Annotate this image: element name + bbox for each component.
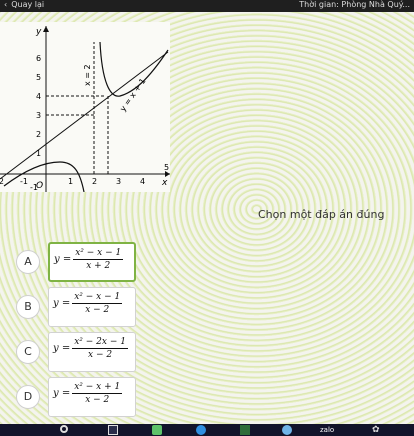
files-icon[interactable] bbox=[240, 425, 250, 435]
question-prompt: Chọn một đáp án đúng bbox=[258, 208, 385, 221]
y-tick: 6 bbox=[36, 54, 41, 63]
formula-denominator: x − 2 bbox=[85, 305, 110, 315]
y-tick: 5 bbox=[36, 73, 41, 82]
y-axis-arrow bbox=[43, 26, 49, 32]
formula-numerator: x² − x − 1 bbox=[72, 292, 123, 304]
x-tick: 1 bbox=[68, 177, 73, 186]
option-letter: D bbox=[16, 385, 40, 409]
top-bar: ‹ Quay lại Thời gian: Phòng Nhà Quý... bbox=[0, 0, 414, 12]
formula-y: y = bbox=[53, 388, 71, 399]
browser-icon[interactable] bbox=[196, 425, 206, 435]
formula-y: y = bbox=[54, 254, 72, 265]
back-button[interactable]: ‹ Quay lại bbox=[4, 0, 44, 10]
option-d[interactable]: D y = x² − x + 1x − 2 bbox=[8, 375, 148, 417]
y-tick: 2 bbox=[36, 130, 41, 139]
x-tick: 3 bbox=[116, 177, 121, 186]
origin-label: O bbox=[36, 181, 43, 191]
timer-text: Thời gian: Phòng Nhà Quý... bbox=[299, 0, 410, 9]
option-formula-box[interactable]: y = x² − x − 1x + 2 bbox=[48, 242, 136, 282]
task-view-icon[interactable] bbox=[108, 425, 118, 435]
option-letter: A bbox=[16, 250, 40, 274]
x-axis-label: x bbox=[161, 178, 168, 188]
search-icon[interactable] bbox=[60, 425, 68, 433]
formula-numerator: x² − 2x − 1 bbox=[72, 337, 128, 349]
option-formula-box[interactable]: y = x² − x + 1x − 2 bbox=[48, 377, 136, 417]
x-tick: 2 bbox=[92, 177, 97, 186]
settings-icon[interactable]: ✿ bbox=[372, 425, 382, 435]
formula-numerator: x² − x + 1 bbox=[72, 382, 123, 394]
y-tick: 3 bbox=[36, 111, 41, 120]
formula-y: y = bbox=[53, 298, 71, 309]
option-a[interactable]: A y = x² − x − 1x + 2 bbox=[8, 240, 148, 282]
option-letter: B bbox=[16, 295, 40, 319]
option-letter: C bbox=[16, 340, 40, 364]
formula-numerator: x² − x − 1 bbox=[73, 248, 124, 260]
x-tick: 4 bbox=[140, 177, 145, 186]
x-tick: 5 bbox=[164, 163, 169, 172]
formula-denominator: x + 2 bbox=[86, 261, 111, 271]
option-formula-box[interactable]: y = x² − x − 1x − 2 bbox=[48, 287, 136, 327]
x-tick: -1 bbox=[20, 177, 28, 186]
option-c[interactable]: C y = x² − 2x − 1x − 2 bbox=[8, 330, 148, 372]
option-formula-box[interactable]: y = x² − 2x − 1x − 2 bbox=[48, 332, 136, 372]
y-axis-label: y bbox=[35, 27, 42, 37]
function-graph: x y -2 -1 1 2 3 4 5 -1 1 2 3 4 5 6 O x =… bbox=[0, 22, 170, 193]
formula-denominator: x − 2 bbox=[88, 350, 113, 360]
chrome-icon[interactable] bbox=[282, 425, 292, 435]
chat-app-icon[interactable] bbox=[152, 425, 162, 435]
chevron-left-icon: ‹ bbox=[4, 0, 8, 9]
taskbar: zalo ✿ bbox=[0, 424, 414, 436]
graph-canvas: x y -2 -1 1 2 3 4 5 -1 1 2 3 4 5 6 O x =… bbox=[0, 26, 170, 193]
formula-denominator: x − 2 bbox=[85, 395, 110, 405]
y-tick: 4 bbox=[36, 92, 41, 101]
asymptote-vertical-label: x = 2 bbox=[83, 64, 92, 86]
option-b[interactable]: B y = x² − x − 1x − 2 bbox=[8, 285, 148, 327]
formula-y: y = bbox=[53, 343, 71, 354]
zalo-icon[interactable]: zalo bbox=[320, 425, 338, 435]
